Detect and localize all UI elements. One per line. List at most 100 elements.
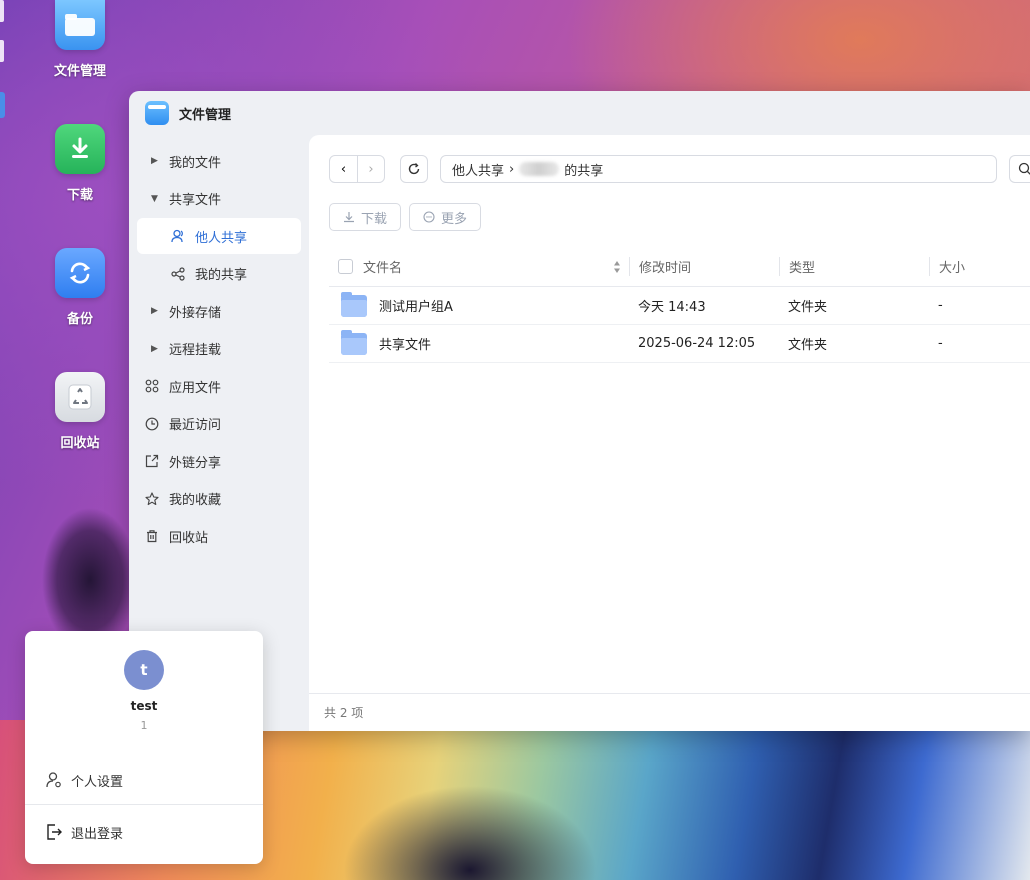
file-type: 文件夹 bbox=[788, 338, 828, 353]
table-row[interactable]: 共享文件 2025-06-24 12:05 文件夹 - bbox=[329, 325, 1030, 363]
caret-right-icon: ▶ bbox=[151, 306, 158, 316]
user-icon bbox=[171, 229, 195, 243]
breadcrumb-root[interactable]: 他人共享 bbox=[452, 160, 504, 179]
desktop-icon-label: 回收站 bbox=[60, 436, 100, 451]
folder-icon bbox=[55, 0, 105, 50]
sidebar-item-label: 共享文件 bbox=[169, 193, 222, 208]
sidebar-item-label: 最近访问 bbox=[169, 418, 222, 433]
sidebar-item-external-links[interactable]: 外链分享 bbox=[137, 443, 301, 479]
trash-icon bbox=[145, 529, 169, 543]
column-name[interactable]: 文件名 bbox=[329, 257, 629, 276]
dock-edge bbox=[0, 0, 4, 22]
refresh-icon bbox=[408, 163, 420, 175]
desktop-icon-file-manager[interactable]: 文件管理 bbox=[35, 0, 125, 79]
status-bar: 共 2 项 bbox=[309, 693, 1030, 731]
sidebar-item-label: 我的文件 bbox=[169, 155, 222, 171]
sidebar-item-app-files[interactable]: 应用文件 bbox=[137, 368, 301, 404]
select-all-checkbox[interactable] bbox=[338, 259, 353, 274]
file-type: 文件夹 bbox=[788, 300, 828, 315]
dock-edge-active bbox=[0, 92, 5, 118]
sidebar-item-label: 远程挂载 bbox=[169, 343, 222, 358]
file-name-cell: 共享文件 bbox=[329, 329, 629, 355]
sidebar-item-label: 我的收藏 bbox=[169, 493, 222, 508]
window-title: 文件管理 bbox=[179, 107, 232, 123]
divider bbox=[25, 804, 263, 805]
file-modified: 2025-06-24 12:05 bbox=[638, 336, 756, 351]
breadcrumb[interactable]: 他人共享 › 的共享 bbox=[440, 155, 997, 183]
item-count: 共 2 项 bbox=[324, 706, 364, 720]
clock-icon bbox=[145, 417, 169, 431]
avatar: t bbox=[124, 650, 164, 690]
wallpaper-swirl bbox=[20, 500, 130, 640]
user-menu-popup: t test 1 个人设置 退出登录 bbox=[25, 631, 263, 864]
file-manager-window: 文件管理 ▶ 我的文件 ▼ 共享文件 他人共享 我的共享 ▶ 外接存储 ▶ 远程… bbox=[129, 91, 1030, 731]
sidebar-item-label: 我的共享 bbox=[195, 268, 248, 283]
dock-edge bbox=[0, 40, 4, 62]
desktop-icon-backup[interactable]: 备份 bbox=[35, 248, 125, 327]
column-type[interactable]: 类型 bbox=[779, 257, 929, 276]
sidebar-item-recent[interactable]: 最近访问 bbox=[137, 406, 301, 442]
sidebar-item-remote-mount[interactable]: ▶ 远程挂载 bbox=[137, 331, 301, 367]
personal-settings-item[interactable]: 个人设置 bbox=[45, 769, 263, 791]
desktop-icon-download[interactable]: 下载 bbox=[35, 124, 125, 203]
sidebar-item-favorites[interactable]: 我的收藏 bbox=[137, 481, 301, 517]
sidebar-item-recycle-bin[interactable]: 回收站 bbox=[137, 518, 301, 554]
breadcrumb-current: 的共享 bbox=[564, 163, 604, 179]
column-size[interactable]: 大小 bbox=[929, 257, 1030, 276]
forward-arrow-icon[interactable]: › bbox=[356, 156, 384, 182]
sidebar-item-label: 外接存储 bbox=[169, 305, 222, 321]
external-share-icon bbox=[145, 454, 169, 468]
redacted-username bbox=[519, 162, 560, 176]
folder-icon bbox=[341, 291, 367, 317]
search-icon bbox=[1018, 162, 1030, 175]
sidebar-item-my-shares[interactable]: 我的共享 bbox=[137, 256, 301, 292]
sidebar-item-external-storage[interactable]: ▶ 外接存储 bbox=[137, 293, 301, 329]
file-name[interactable]: 测试用户组A bbox=[379, 296, 453, 315]
file-modified: 今天 14:43 bbox=[638, 300, 706, 315]
more-label: 更多 bbox=[441, 211, 468, 227]
sidebar-item-shared-files[interactable]: ▼ 共享文件 bbox=[137, 181, 301, 217]
sort-icon[interactable] bbox=[613, 260, 621, 274]
refresh-button[interactable] bbox=[400, 155, 428, 183]
file-table: 文件名 修改时间 类型 大小 测试用户组A 今天 14:43 文件夹 - 共享文… bbox=[329, 247, 1030, 363]
recycle-bin-icon bbox=[55, 372, 105, 422]
download-button[interactable]: 下载 bbox=[329, 203, 402, 231]
sidebar-item-label: 应用文件 bbox=[169, 380, 222, 396]
file-size: - bbox=[938, 298, 943, 313]
file-size: - bbox=[938, 336, 943, 351]
star-icon bbox=[145, 491, 169, 506]
toolbar: ‹ › 他人共享 › 的共享 bbox=[329, 155, 1030, 183]
sidebar-item-my-files[interactable]: ▶ 我的文件 bbox=[137, 143, 301, 179]
file-manager-app-icon bbox=[145, 101, 169, 125]
desktop-icon-label: 下载 bbox=[66, 188, 93, 203]
backup-sync-icon bbox=[55, 248, 105, 298]
user-id: 1 bbox=[140, 719, 148, 732]
file-name[interactable]: 共享文件 bbox=[379, 334, 431, 353]
username: test bbox=[130, 699, 158, 713]
sidebar-item-shared-with-me[interactable]: 他人共享 bbox=[137, 218, 301, 254]
search-button[interactable] bbox=[1009, 155, 1030, 183]
download-icon bbox=[55, 124, 105, 174]
download-label: 下载 bbox=[361, 211, 388, 227]
column-modified[interactable]: 修改时间 bbox=[629, 257, 779, 276]
more-icon bbox=[423, 211, 435, 223]
file-list-panel: ‹ › 他人共享 › 的共享 下载 更多 文件名 修改时间 类型 大小 测试用户… bbox=[309, 135, 1030, 731]
table-row[interactable]: 测试用户组A 今天 14:43 文件夹 - bbox=[329, 287, 1030, 325]
caret-right-icon: ▶ bbox=[151, 156, 158, 166]
table-header: 文件名 修改时间 类型 大小 bbox=[329, 247, 1030, 287]
caret-down-icon: ▼ bbox=[151, 193, 158, 204]
back-arrow-icon[interactable]: ‹ bbox=[330, 156, 357, 182]
logout-label: 退出登录 bbox=[71, 826, 124, 842]
breadcrumb-separator: › bbox=[509, 161, 515, 177]
desktop-icon-recycle-bin[interactable]: 回收站 bbox=[35, 372, 125, 451]
logout-item[interactable]: 退出登录 bbox=[45, 821, 263, 843]
column-name-label: 文件名 bbox=[363, 261, 403, 276]
desktop-icon-label: 备份 bbox=[66, 312, 93, 327]
sidebar-item-label: 回收站 bbox=[169, 530, 209, 546]
window-titlebar[interactable]: 文件管理 bbox=[129, 91, 1030, 135]
desktop-icon-label: 文件管理 bbox=[53, 64, 106, 79]
more-button[interactable]: 更多 bbox=[409, 203, 482, 231]
sidebar-item-label: 他人共享 bbox=[195, 230, 248, 246]
share-icon bbox=[171, 266, 195, 281]
caret-right-icon: ▶ bbox=[151, 343, 158, 354]
